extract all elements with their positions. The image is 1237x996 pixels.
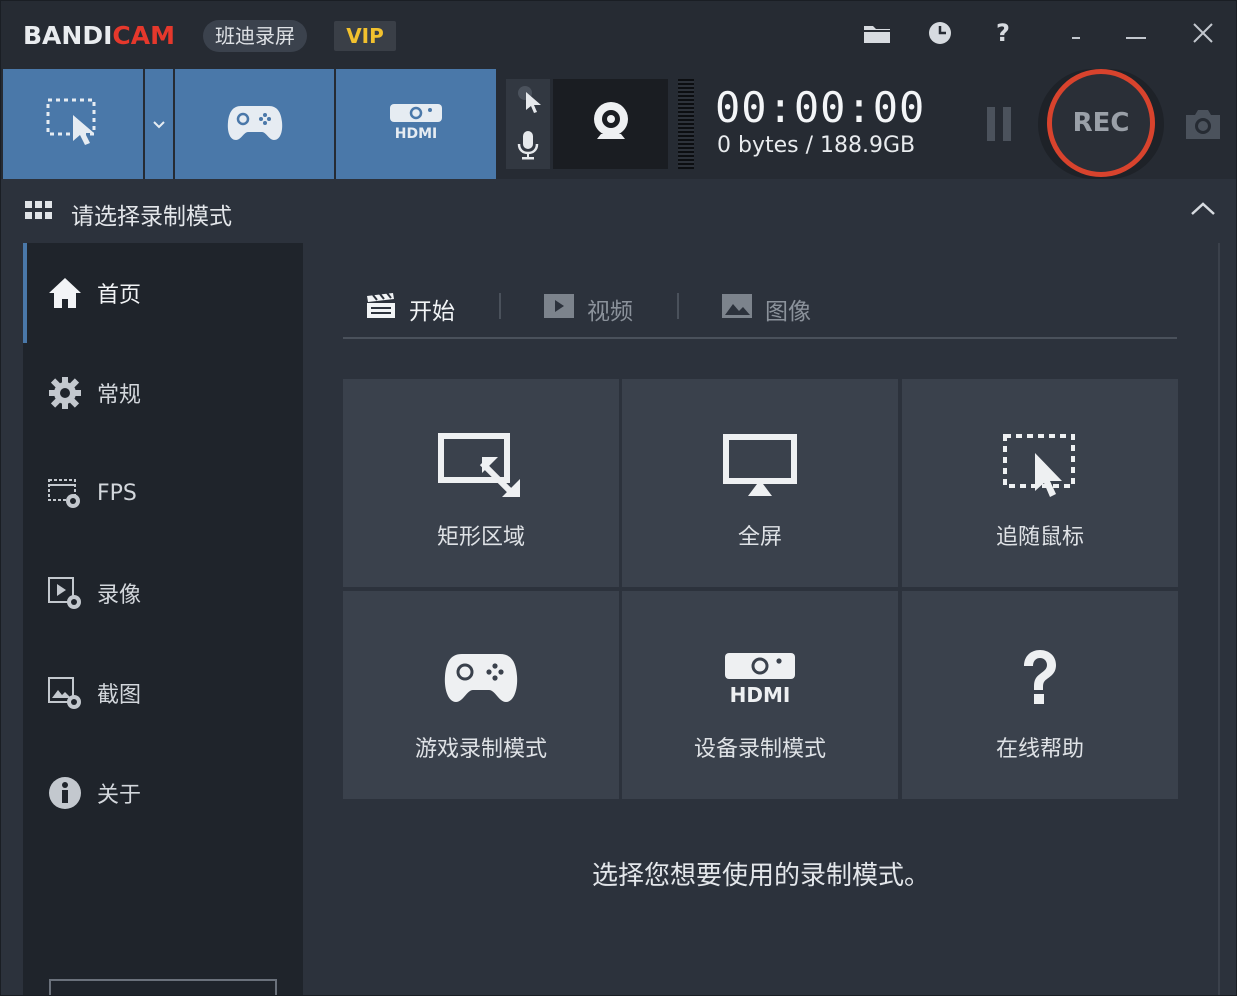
screenshot-button[interactable] [1183, 107, 1223, 141]
sidebar: 首页 常规 FPS 录像 截图 关于 [23, 243, 303, 995]
image-settings-icon [47, 675, 83, 711]
pause-button[interactable] [981, 107, 1017, 141]
tab-label: 图像 [765, 299, 811, 325]
microphone-toggle-button[interactable] [506, 125, 550, 169]
device-mode-button[interactable]: HDMI [336, 69, 496, 179]
svg-text:HDMI: HDMI [730, 683, 791, 705]
file-size-readout: 0 bytes / 188.9GB [717, 133, 916, 158]
rec-button[interactable]: REC [1047, 69, 1155, 177]
mode-tile-label: 游戏录制模式 [414, 737, 547, 762]
recording-timer: 00:00:00 [715, 83, 926, 132]
sidebar-item-general[interactable]: 常规 [23, 343, 303, 443]
sidebar-item-about[interactable]: 关于 [23, 743, 303, 843]
rectangle-area-icon [343, 431, 619, 501]
webcam-icon [591, 99, 631, 149]
cursor-toggle-button[interactable] [506, 79, 550, 123]
sidebar-item-label: 首页 [97, 283, 142, 308]
help-icon [902, 643, 1178, 713]
monitor-icon [622, 431, 898, 501]
mode-tile-label: 在线帮助 [995, 737, 1084, 762]
sidebar-item-screenshot[interactable]: 截图 [23, 643, 303, 743]
video-settings-icon [47, 575, 83, 611]
fps-icon [47, 475, 83, 511]
clapper-icon [365, 292, 397, 326]
sidebar-item-label: FPS [97, 480, 137, 506]
mode-tile-game[interactable]: 游戏录制模式 [343, 591, 619, 799]
sidebar-item-label: 截图 [97, 683, 142, 708]
tab-image[interactable]: 图像 [721, 289, 811, 329]
mode-header: 请选择录制模式 [1, 179, 1236, 243]
folder-icon[interactable] [859, 15, 895, 51]
mode-tile-label: 追随鼠标 [995, 525, 1084, 550]
hdmi-icon: HDMI [388, 102, 444, 146]
vip-badge[interactable]: VIP [334, 21, 396, 51]
tab-divider [499, 293, 501, 319]
game-mode-button[interactable] [175, 69, 334, 179]
mode-tile-help[interactable]: 在线帮助 [902, 591, 1178, 799]
screen-mode-button[interactable] [3, 69, 143, 179]
tab-label: 开始 [409, 299, 455, 325]
minimize-button[interactable] [1118, 15, 1154, 51]
panel-border [1218, 243, 1220, 995]
mode-tile-label: 全屏 [737, 525, 782, 550]
sidebar-item-label: 录像 [97, 583, 142, 608]
title-bar: BANDICAM 班迪录屏 VIP ? [1, 1, 1236, 69]
play-icon [543, 293, 575, 325]
image-icon [721, 293, 753, 325]
tab-start[interactable]: 开始 [365, 289, 455, 329]
mode-tile-device[interactable]: HDMI 设备录制模式 [622, 591, 898, 799]
audio-level-meter [678, 79, 694, 169]
mode-tile-label: 设备录制模式 [693, 737, 826, 762]
app-logo: BANDICAM [23, 21, 175, 50]
gamepad-icon [343, 643, 619, 713]
header-title: 请选择录制模式 [71, 204, 232, 230]
microphone-icon [516, 129, 540, 165]
sidebar-item-label: 常规 [97, 383, 142, 408]
mode-tile-rectangle[interactable]: 矩形区域 [343, 379, 619, 587]
home-icon [47, 275, 83, 311]
hdmi-icon: HDMI [622, 643, 898, 713]
main-toolbar: HDMI 00:00:00 0 bytes / 188.9GB REC [1, 69, 1236, 179]
webcam-button[interactable] [553, 79, 668, 169]
close-button[interactable] [1185, 15, 1221, 51]
cursor-icon [514, 84, 542, 118]
clock-icon[interactable] [922, 15, 958, 51]
source-toggle-strip [506, 79, 550, 169]
follow-mouse-icon [902, 431, 1178, 501]
sidebar-item-video[interactable]: 录像 [23, 543, 303, 643]
help-button[interactable]: ? [985, 15, 1021, 51]
tab-bar: 开始 视频 图像 [343, 279, 1177, 339]
main-panel: 开始 视频 图像 矩形区域 全屏 追随鼠标 游戏录制模式 HDMI 设备录制模式… [303, 243, 1219, 995]
svg-text:HDMI: HDMI [395, 126, 437, 142]
sidebar-item-label: 关于 [97, 783, 142, 808]
collapse-button[interactable] [1058, 15, 1094, 51]
rectangle-select-icon [45, 97, 101, 151]
collapse-panel-button[interactable] [1189, 199, 1217, 223]
chevron-down-icon [152, 115, 166, 134]
bandicam-window: BANDICAM 班迪录屏 VIP ? HDMI 00:00:00 0 byte… [0, 0, 1237, 996]
grid-icon [25, 201, 53, 221]
sidebar-item-home[interactable]: 首页 [23, 243, 303, 343]
sidebar-item-fps[interactable]: FPS [23, 443, 303, 543]
mode-dropdown-button[interactable] [145, 69, 173, 179]
gamepad-icon [227, 102, 283, 146]
gear-icon [47, 375, 83, 411]
tab-video[interactable]: 视频 [543, 289, 633, 329]
logo-text-cam: CAM [112, 21, 175, 50]
sidebar-bottom-button[interactable] [49, 979, 277, 995]
chevron-up-icon [1189, 202, 1217, 223]
tab-label: 视频 [587, 299, 633, 325]
camera-icon [1183, 110, 1223, 145]
app-name-badge: 班迪录屏 [203, 20, 307, 52]
mode-tile-follow-mouse[interactable]: 追随鼠标 [902, 379, 1178, 587]
info-icon [47, 775, 83, 811]
instruction-text: 选择您想要使用的录制模式。 [591, 861, 930, 891]
mode-tile-fullscreen[interactable]: 全屏 [622, 379, 898, 587]
logo-text-bandi: BANDI [23, 21, 113, 50]
mode-tile-label: 矩形区域 [436, 525, 525, 550]
tab-divider [677, 293, 679, 319]
